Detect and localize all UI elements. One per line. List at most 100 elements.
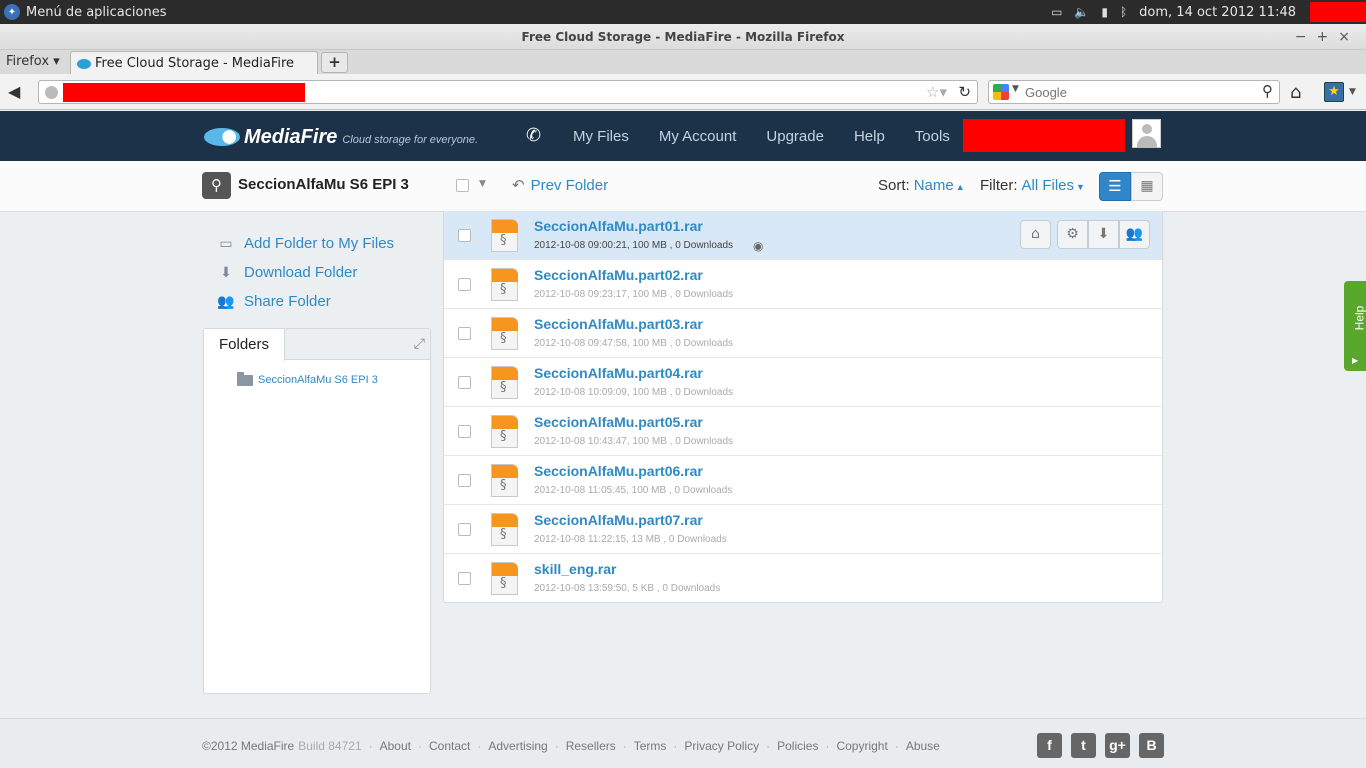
- tab-folders[interactable]: Folders: [204, 329, 285, 361]
- facebook-icon[interactable]: f: [1037, 733, 1062, 758]
- window-controls[interactable]: −+×: [1295, 24, 1360, 50]
- row-checkbox[interactable]: [458, 523, 471, 536]
- file-name[interactable]: SeccionAlfaMu.part05.rar: [534, 414, 703, 430]
- rar-file-icon: [491, 366, 518, 399]
- filter-label: Filter:: [980, 177, 1018, 194]
- phone-icon[interactable]: ✆: [526, 125, 541, 146]
- row-checkbox[interactable]: [458, 425, 471, 438]
- folder-icon: [237, 371, 253, 386]
- list-view-button[interactable]: ☰: [1099, 172, 1131, 201]
- bluetooth-icon[interactable]: ᛒ: [1120, 5, 1127, 19]
- sort-control: Sort: Name ▲: [878, 177, 965, 194]
- row-checkbox[interactable]: [458, 229, 471, 242]
- bookmarks-dropdown-icon[interactable]: ▼: [1349, 87, 1356, 97]
- app-menu-icon[interactable]: ✦: [4, 4, 20, 20]
- table-row[interactable]: SeccionAlfaMu.part02.rar 2012-10-08 09:2…: [444, 260, 1162, 309]
- table-row[interactable]: SeccionAlfaMu.part07.rar 2012-10-08 11:2…: [444, 505, 1162, 554]
- folder-tree-item[interactable]: SeccionAlfaMu S6 EPI 3: [237, 371, 378, 386]
- file-name[interactable]: SeccionAlfaMu.part01.rar: [534, 218, 703, 234]
- google-plus-icon[interactable]: g+: [1105, 733, 1130, 758]
- nav-my-account[interactable]: My Account: [659, 128, 737, 145]
- file-name[interactable]: SeccionAlfaMu.part02.rar: [534, 267, 703, 283]
- nav-upgrade[interactable]: Upgrade: [766, 128, 824, 145]
- file-name[interactable]: SeccionAlfaMu.part07.rar: [534, 512, 703, 528]
- share-folder-label: Share Folder: [244, 293, 331, 310]
- table-row[interactable]: SeccionAlfaMu.part01.rar 2012-10-08 09:0…: [444, 211, 1162, 260]
- sort-value[interactable]: Name: [914, 177, 954, 194]
- nav-help[interactable]: Help: [854, 128, 885, 145]
- filter-value[interactable]: All Files: [1022, 177, 1075, 194]
- avatar[interactable]: [1132, 119, 1161, 148]
- brand-tagline: Cloud storage for everyone.: [342, 134, 479, 146]
- nav-tools[interactable]: Tools: [915, 128, 950, 145]
- row-checkbox[interactable]: [458, 327, 471, 340]
- footer-link-resellers[interactable]: Resellers: [566, 739, 616, 753]
- bookmarks-icon[interactable]: ★: [1324, 82, 1344, 102]
- rar-file-icon: [491, 464, 518, 497]
- footer-link-abuse[interactable]: Abuse: [906, 739, 940, 753]
- clock[interactable]: dom, 14 oct 2012 11:48: [1139, 5, 1296, 20]
- google-engine-icon[interactable]: [993, 84, 1009, 100]
- footer-link-advertising[interactable]: Advertising: [488, 739, 547, 753]
- twitter-icon[interactable]: t: [1071, 733, 1096, 758]
- redacted-user-box: [1310, 2, 1366, 22]
- search-icon[interactable]: ⚲: [1262, 82, 1273, 100]
- add-folder-button[interactable]: ▭ Add Folder to My Files: [217, 229, 394, 258]
- nav-my-files[interactable]: My Files: [573, 128, 629, 145]
- file-info-button[interactable]: ⌂: [1020, 220, 1051, 249]
- share-folder-button[interactable]: 👥 Share Folder: [217, 287, 394, 316]
- table-row[interactable]: skill_eng.rar 2012-10-08 13:59:50, 5 KB …: [444, 554, 1162, 603]
- footer-link-about[interactable]: About: [380, 739, 411, 753]
- download-icon[interactable]: ⬇: [1088, 220, 1119, 249]
- table-row[interactable]: SeccionAlfaMu.part04.rar 2012-10-08 10:0…: [444, 358, 1162, 407]
- select-dropdown-icon[interactable]: ▼: [479, 179, 486, 189]
- url-bar[interactable]: ☆▾ ↻: [38, 80, 978, 104]
- help-side-tab[interactable]: Help ▶: [1344, 281, 1366, 371]
- row-checkbox[interactable]: [458, 278, 471, 291]
- footer-link-copyright[interactable]: Copyright: [836, 739, 887, 753]
- file-name[interactable]: skill_eng.rar: [534, 561, 617, 577]
- search-bar[interactable]: ▼ ⚲: [988, 80, 1280, 104]
- table-row[interactable]: SeccionAlfaMu.part05.rar 2012-10-08 10:4…: [444, 407, 1162, 456]
- reload-icon[interactable]: ↻: [958, 83, 971, 101]
- row-actions: ⌂ ⚙ ⬇ 👥: [1020, 220, 1150, 249]
- app-menu-label[interactable]: Menú de aplicaciones: [26, 5, 167, 20]
- window-switcher-icon[interactable]: ▭: [1051, 5, 1062, 19]
- share-icon[interactable]: 👥: [1119, 220, 1150, 249]
- blog-icon[interactable]: B: [1139, 733, 1164, 758]
- row-checkbox[interactable]: [458, 474, 471, 487]
- grid-view-button[interactable]: ▦: [1131, 172, 1163, 201]
- back-arrow-icon[interactable]: ◀: [8, 82, 20, 101]
- sort-arrow-icon[interactable]: ▲: [956, 182, 965, 192]
- row-checkbox[interactable]: [458, 376, 471, 389]
- footer-link-contact[interactable]: Contact: [429, 739, 470, 753]
- engine-dropdown-icon[interactable]: ▼: [1012, 84, 1019, 94]
- mediafire-logo[interactable]: MediaFire Cloud storage for everyone.: [204, 125, 478, 149]
- prev-folder-button[interactable]: ↶ Prev Folder: [512, 176, 608, 194]
- bookmark-star-icon[interactable]: ☆▾: [926, 83, 947, 101]
- footer-link-policies[interactable]: Policies: [777, 739, 818, 753]
- select-all-checkbox[interactable]: [456, 179, 469, 192]
- footer-link-privacy[interactable]: Privacy Policy: [684, 739, 759, 753]
- gear-icon[interactable]: ⚙: [1057, 220, 1088, 249]
- table-row[interactable]: SeccionAlfaMu.part06.rar 2012-10-08 11:0…: [444, 456, 1162, 505]
- table-row[interactable]: SeccionAlfaMu.part03.rar 2012-10-08 09:4…: [444, 309, 1162, 358]
- home-icon[interactable]: ⌂: [1290, 82, 1301, 103]
- eye-icon[interactable]: ◉: [753, 239, 763, 253]
- firefox-menu-button[interactable]: Firefox ▾: [6, 54, 60, 69]
- filter-dropdown-icon[interactable]: ▼: [1076, 182, 1085, 192]
- expand-icon[interactable]: ⤢: [414, 336, 425, 352]
- volume-icon[interactable]: 🔈: [1074, 5, 1089, 19]
- new-tab-button[interactable]: +: [321, 52, 348, 73]
- folder-search-button[interactable]: ⚲: [202, 172, 231, 199]
- footer-link-terms[interactable]: Terms: [634, 739, 667, 753]
- file-name[interactable]: SeccionAlfaMu.part03.rar: [534, 316, 703, 332]
- search-input[interactable]: [1025, 83, 1245, 101]
- file-name[interactable]: SeccionAlfaMu.part04.rar: [534, 365, 703, 381]
- download-folder-button[interactable]: ⬇ Download Folder: [217, 258, 394, 287]
- row-checkbox[interactable]: [458, 572, 471, 585]
- file-name[interactable]: SeccionAlfaMu.part06.rar: [534, 463, 703, 479]
- redacted-account-name[interactable]: [963, 119, 1125, 152]
- tab-mediafire[interactable]: Free Cloud Storage - MediaFire: [70, 51, 318, 75]
- signal-icon[interactable]: ▮: [1101, 5, 1108, 19]
